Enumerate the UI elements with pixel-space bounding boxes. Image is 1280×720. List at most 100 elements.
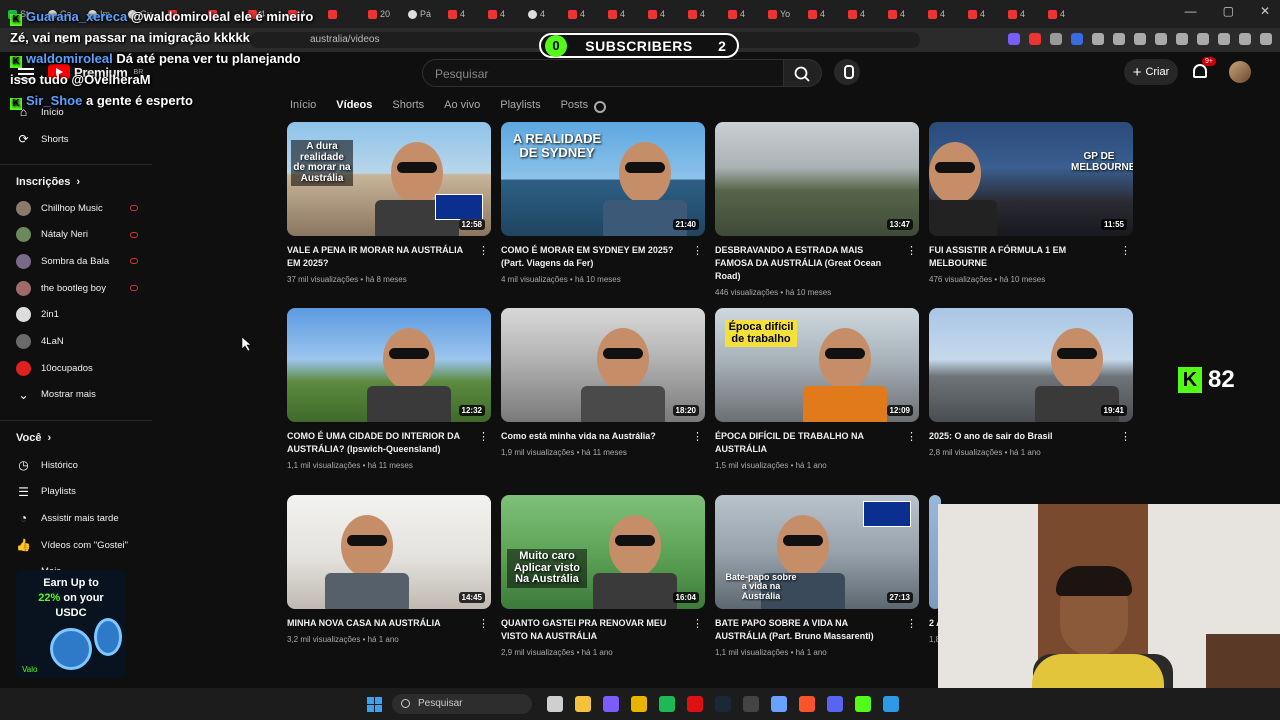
video-card[interactable]: 19:41 2025: O ano de sair do Brasil 2,8 mi… xyxy=(929,308,1133,457)
more-options-icon[interactable]: ⋮ xyxy=(906,619,917,630)
video-title[interactable]: FUI ASSISTIR A FÓRMULA 1 EM MELBOURNE xyxy=(929,244,1115,270)
extension-icon[interactable] xyxy=(1113,33,1125,45)
video-thumbnail[interactable]: A dura realidade de morar na Austrália 12… xyxy=(287,122,491,236)
minimize-icon[interactable]: — xyxy=(1185,4,1197,18)
account-avatar[interactable] xyxy=(1229,61,1251,83)
video-thumbnail[interactable]: Muito caro Aplicar visto Na Austrália 16:… xyxy=(501,495,705,609)
sidebar-icon[interactable] xyxy=(1176,33,1188,45)
video-card[interactable]: Bate-papo sobre a vida na Austrália 27:13… xyxy=(715,495,919,657)
subscription-item[interactable]: 2in1 xyxy=(16,305,152,325)
video-title[interactable]: MINHA NOVA CASA NA AUSTRÁLIA xyxy=(287,617,473,630)
browser-tab[interactable]: 4 xyxy=(808,5,842,23)
video-thumbnail[interactable]: GP DE MELBOURNE 11:55 xyxy=(929,122,1133,236)
arrow-icon[interactable] xyxy=(771,696,787,712)
more-options-icon[interactable]: ⋮ xyxy=(906,246,917,257)
subscription-item[interactable]: Nátaly Neri xyxy=(16,225,152,245)
create-button[interactable]: + Criar xyxy=(1124,59,1178,85)
subscription-item[interactable]: 10ocupados xyxy=(16,358,152,378)
video-title[interactable]: BATE PAPO SOBRE A VIDA NA AUSTRÁLIA (Par… xyxy=(715,617,901,643)
browser-tab[interactable]: 4 xyxy=(1008,5,1042,23)
windows-start-icon[interactable] xyxy=(367,697,382,712)
wallet-icon[interactable] xyxy=(1197,33,1209,45)
voice-search-icon[interactable] xyxy=(834,59,860,85)
subscription-item[interactable]: Chillhop Music xyxy=(16,198,152,218)
steam-icon[interactable] xyxy=(715,696,731,712)
browser-tab[interactable]: 4 xyxy=(448,5,482,23)
browser-tab[interactable]: 4 xyxy=(608,5,642,23)
video-card[interactable]: A dura realidade de morar na Austrália 12… xyxy=(287,122,491,284)
subscription-item[interactable]: the bootleg boy xyxy=(16,278,152,298)
video-card[interactable]: GP DE MELBOURNE 11:55 FUI ASSISTIR A FÓRMU… xyxy=(929,122,1133,284)
browser-tab[interactable]: 4 xyxy=(848,5,882,23)
browser-tab[interactable]: 4 xyxy=(728,5,762,23)
you-header[interactable]: Você › xyxy=(16,432,51,444)
video-title[interactable]: ÉPOCA DIFÍCIL DE TRABALHO NA AUSTRÁLIA xyxy=(715,430,901,456)
notifications-bell-icon[interactable] xyxy=(1193,64,1207,78)
video-card[interactable]: 13:47 DESBRAVANDO A ESTRADA MAIS FAMOSA D… xyxy=(715,122,919,297)
browser-tab[interactable]: 4 xyxy=(928,5,962,23)
video-thumbnail[interactable]: Época difícil de trabalho 12:09 xyxy=(715,308,919,422)
vpn-icon[interactable] xyxy=(1239,33,1251,45)
more-options-icon[interactable]: ⋮ xyxy=(1120,432,1131,443)
video-title[interactable]: Como está minha vida na Austrália? xyxy=(501,430,687,443)
chrome-icon[interactable] xyxy=(631,696,647,712)
video-card[interactable]: 12:32 COMO É UMA CIDADE DO INTERIOR DA AU… xyxy=(287,308,491,470)
video-title[interactable]: QUANTO GASTEI PRA RENOVAR MEU VISTO NA A… xyxy=(501,617,687,643)
sidebar-item-history[interactable]: ◷ Histórico xyxy=(16,455,152,475)
maximize-icon[interactable]: ▢ xyxy=(1223,4,1234,18)
extension-icon[interactable] xyxy=(1071,33,1083,45)
sidebar-item-shorts[interactable]: ⟳ Shorts xyxy=(16,129,152,149)
search-input[interactable]: Pesquisar xyxy=(422,59,784,87)
subscription-item[interactable]: 4LaN xyxy=(16,332,152,352)
more-options-icon[interactable]: ⋮ xyxy=(478,432,489,443)
ad-banner[interactable]: Earn Up to 22% on your USDC Valo xyxy=(16,570,126,678)
video-thumbnail[interactable]: A REALIDADE DE SYDNEY 21:40 xyxy=(501,122,705,236)
video-thumbnail[interactable]: 13:47 xyxy=(715,122,919,236)
video-thumbnail[interactable]: 12:32 xyxy=(287,308,491,422)
tab-4[interactable]: Playlists xyxy=(500,99,540,111)
video-title[interactable]: DESBRAVANDO A ESTRADA MAIS FAMOSA DA AUS… xyxy=(715,244,901,283)
video-card[interactable]: Época difícil de trabalho 12:09 ÉPOCA DIFÍ… xyxy=(715,308,919,470)
browser-tab[interactable]: Yo xyxy=(768,5,802,23)
taskbar-search[interactable]: Pesquisar xyxy=(392,694,532,714)
more-options-icon[interactable]: ⋮ xyxy=(692,619,703,630)
more-options-icon[interactable]: ⋮ xyxy=(692,246,703,257)
obs-icon[interactable] xyxy=(743,696,759,712)
sidebar-item-like[interactable]: 👍 Vídeos com "Gostei" xyxy=(16,535,152,555)
more-options-icon[interactable]: ⋮ xyxy=(906,432,917,443)
more-options-icon[interactable]: ⋮ xyxy=(478,246,489,257)
video-thumbnail[interactable]: 14:45 xyxy=(287,495,491,609)
video-title[interactable]: 2025: O ano de sair do Brasil xyxy=(929,430,1115,443)
more-options-icon[interactable]: ⋮ xyxy=(1120,246,1131,257)
more-options-icon[interactable]: ⋮ xyxy=(692,432,703,443)
video-thumbnail[interactable]: Bate-papo sobre a vida na Austrália 27:13 xyxy=(715,495,919,609)
subscriptions-header[interactable]: Inscrições › xyxy=(16,176,80,188)
extension-icon[interactable] xyxy=(1029,33,1041,45)
tab-5[interactable]: Posts xyxy=(561,99,589,111)
video-thumbnail[interactable]: 19:41 xyxy=(929,308,1133,422)
spotify-icon[interactable] xyxy=(659,696,675,712)
extension-icon[interactable] xyxy=(1134,33,1146,45)
browser-tab[interactable]: 4 xyxy=(968,5,1002,23)
search-button[interactable] xyxy=(784,59,822,87)
kick-icon[interactable] xyxy=(855,696,871,712)
video-card[interactable]: 18:20 Como está minha vida na Austrália? 1… xyxy=(501,308,705,457)
video-card[interactable]: Muito caro Aplicar visto Na Austrália 16:… xyxy=(501,495,705,657)
subscription-item[interactable]: ⌄ Mostrar mais xyxy=(16,385,152,405)
opera-icon[interactable] xyxy=(687,696,703,712)
file-explorer-icon[interactable] xyxy=(547,696,563,712)
subscription-item[interactable]: Sombra da Bala xyxy=(16,251,152,271)
video-title[interactable]: COMO É UMA CIDADE DO INTERIOR DA AUSTRÁL… xyxy=(287,430,473,456)
close-icon[interactable]: ✕ xyxy=(1260,4,1270,18)
extension-icon[interactable] xyxy=(1008,33,1020,45)
apps-icon[interactable] xyxy=(603,696,619,712)
tab-2[interactable]: Shorts xyxy=(392,99,424,111)
browser-tab[interactable]: 4 xyxy=(648,5,682,23)
folder-icon[interactable] xyxy=(575,696,591,712)
browser-tab[interactable]: 4 xyxy=(888,5,922,23)
notepad-icon[interactable] xyxy=(883,696,899,712)
music-icon[interactable] xyxy=(1155,33,1167,45)
tab-3[interactable]: Ao vivo xyxy=(444,99,480,111)
video-title[interactable]: COMO É MORAR EM SYDNEY EM 2025? (Part. V… xyxy=(501,244,687,270)
sidebar-item-playlists[interactable]: ☰ Playlists xyxy=(16,482,152,502)
